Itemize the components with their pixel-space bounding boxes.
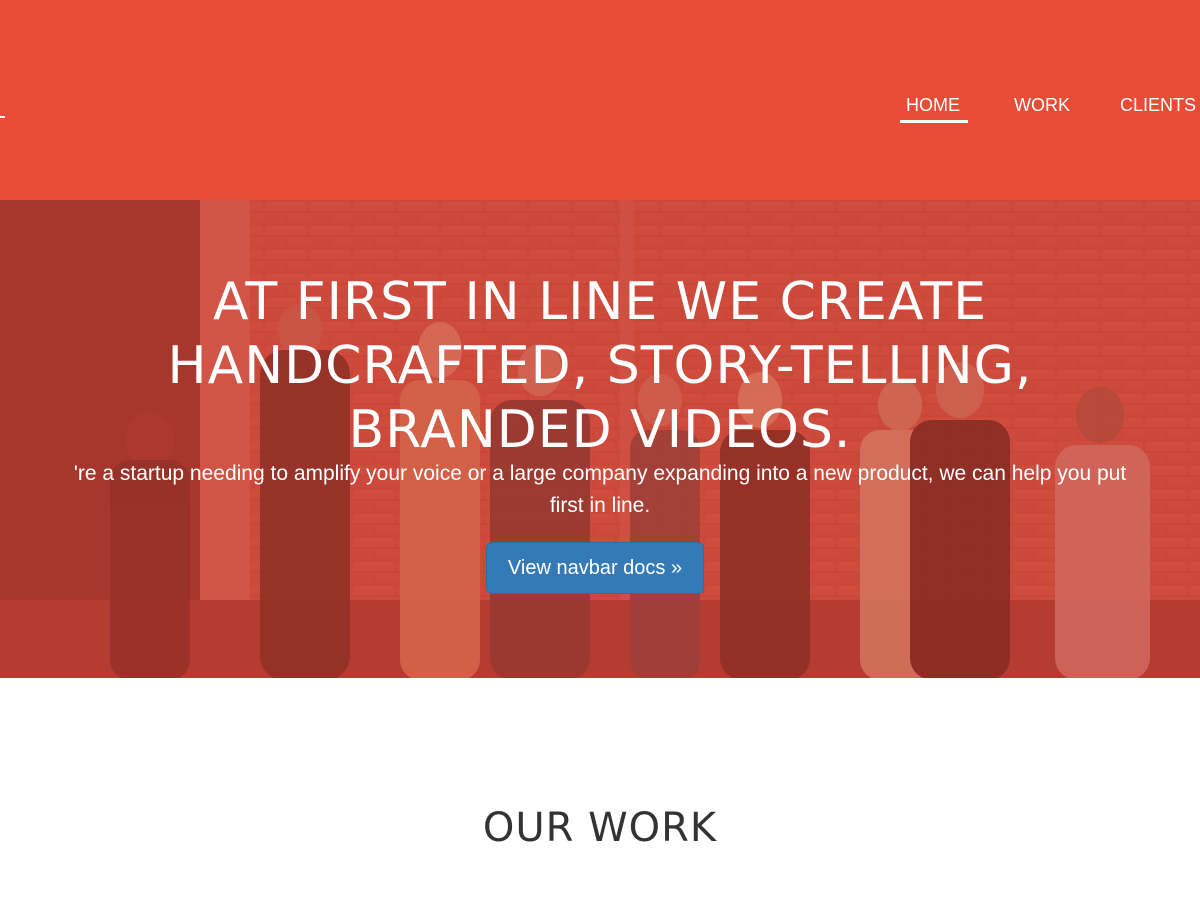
- hero-headline: AT FIRST IN LINE WE CREATE HANDCRAFTED, …: [0, 270, 1200, 462]
- section-title-our-work: OUR WORK: [482, 805, 718, 851]
- hero-headline-line-1: AT FIRST IN LINE WE CREATE: [212, 272, 988, 332]
- hero-subtitle-line-1: 're a startup needing to amplify your vo…: [73, 462, 1127, 485]
- hero-headline-line-3: BRANDED VIDEOS.: [348, 400, 852, 460]
- hero-headline-line-2: HANDCRAFTED, STORY-TELLING,: [167, 336, 1033, 396]
- nav-item-work[interactable]: WORK: [1014, 94, 1070, 116]
- nav-item-clients[interactable]: CLIENTS: [1120, 94, 1196, 116]
- nav-item-home[interactable]: HOME: [900, 94, 968, 123]
- active-nav-indicator: [900, 120, 968, 123]
- hero-section: AT FIRST IN LINE WE CREATE HANDCRAFTED, …: [0, 200, 1200, 678]
- nav-item-work-label: WORK: [1014, 95, 1070, 115]
- navbar: HOME WORK CLIENTS: [0, 0, 1200, 200]
- hero-subtitle-line-2: first in line.: [549, 494, 651, 517]
- view-navbar-docs-button[interactable]: View navbar docs »: [486, 542, 704, 594]
- nav-item-home-label: HOME: [906, 95, 960, 115]
- nav-item-clients-label: CLIENTS: [1120, 95, 1197, 115]
- hero-subtitle: 're a startup needing to amplify your vo…: [0, 458, 1200, 522]
- nav-menu: HOME WORK CLIENTS: [0, 94, 1200, 124]
